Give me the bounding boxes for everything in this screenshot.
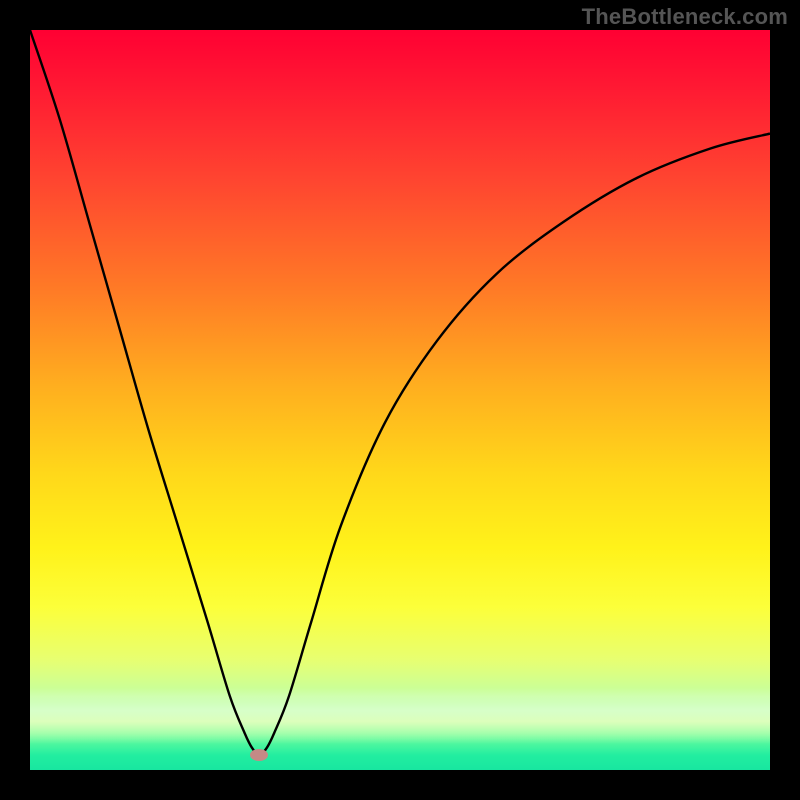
watermark-text: TheBottleneck.com: [582, 4, 788, 30]
plot-area: [30, 30, 770, 770]
bottleneck-curve: [30, 30, 770, 770]
minimum-marker: [250, 749, 268, 761]
curve-path: [30, 30, 770, 755]
chart-frame: TheBottleneck.com: [0, 0, 800, 800]
